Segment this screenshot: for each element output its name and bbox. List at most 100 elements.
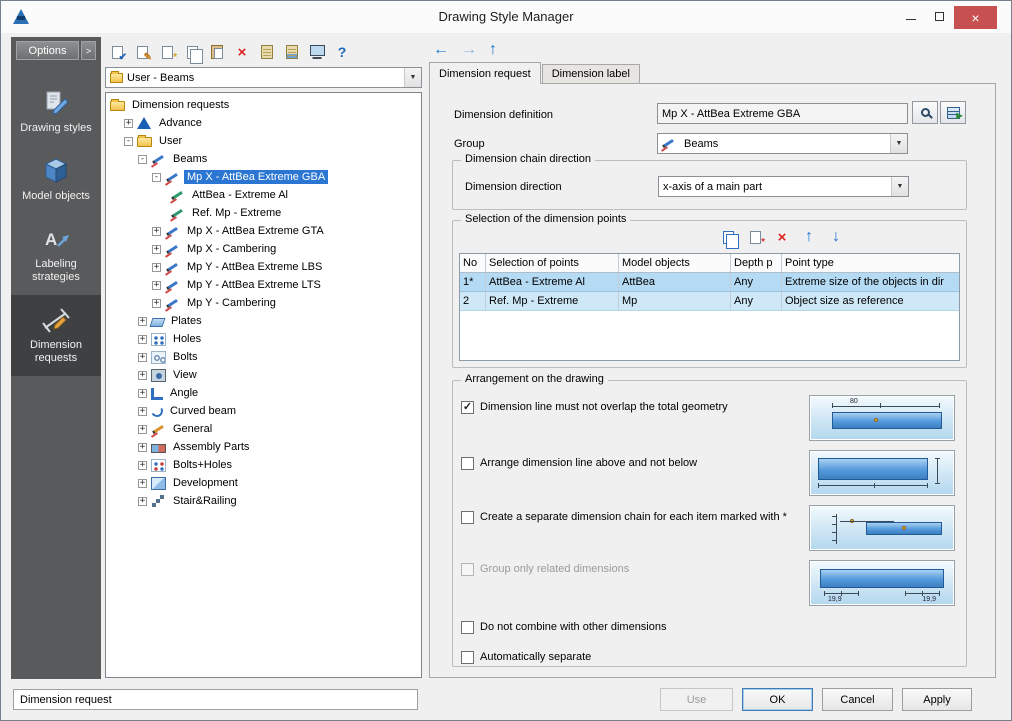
expander-icon[interactable]: +	[138, 316, 147, 326]
points-table-row[interactable]: 1* AttBea - Extreme Al AttBea Any Extrem…	[460, 273, 959, 292]
check-style-button[interactable]: ✔	[107, 42, 127, 63]
tree-item-holes[interactable]: + Holes	[106, 330, 421, 348]
style-filter-combobox[interactable]: User - Beams ▼	[105, 67, 422, 88]
export-styles-button[interactable]	[282, 42, 302, 62]
options-expand-button[interactable]: >	[81, 41, 96, 60]
expander-icon[interactable]: +	[138, 442, 147, 452]
cancel-button[interactable]: Cancel	[822, 688, 893, 711]
delete-point-button[interactable]: ×	[772, 227, 792, 247]
option-arrange-above[interactable]: Arrange dimension line above and not bel…	[461, 457, 806, 470]
close-button[interactable]: ×	[954, 6, 997, 29]
expander-icon[interactable]: -	[152, 172, 161, 182]
checkbox-unchecked-icon[interactable]	[461, 651, 474, 664]
help-button[interactable]: ?	[332, 42, 352, 62]
tab-dimension-request[interactable]: Dimension request	[429, 62, 541, 84]
expander-icon[interactable]: +	[138, 496, 147, 506]
arrow-down-icon: ↓	[832, 228, 840, 245]
checkbox-unchecked-icon[interactable]	[461, 457, 474, 470]
option-auto-separate[interactable]: Automatically separate	[461, 651, 806, 664]
tree-item-development[interactable]: + Development	[106, 474, 421, 492]
tree-item-beams[interactable]: - Beams	[106, 150, 421, 168]
group-combobox[interactable]: Beams ▼	[657, 133, 908, 154]
direction-combobox[interactable]: x-axis of a main part ▼	[658, 176, 909, 197]
expander-icon[interactable]: +	[152, 244, 161, 254]
tree-item-attbea-extreme-al[interactable]: AttBea - Extreme Al	[106, 186, 421, 204]
dropdown-button[interactable]: ▼	[890, 134, 907, 153]
expander-icon[interactable]: +	[138, 478, 147, 488]
option-separate-chain[interactable]: Create a separate dimension chain for ea…	[461, 511, 806, 524]
tree-item-view[interactable]: + View	[106, 366, 421, 384]
expander-icon[interactable]: +	[138, 370, 147, 380]
checkbox-checked-icon[interactable]: ✓	[461, 401, 474, 414]
new-point-button[interactable]: *	[745, 227, 765, 248]
delete-style-button[interactable]: ×	[232, 42, 252, 62]
points-table-row[interactable]: 2 Ref. Mp - Extreme Mp Any Object size a…	[460, 292, 959, 311]
copy-point-button[interactable]	[718, 227, 739, 249]
sidebar-item-dimension-requests[interactable]: Dimension requests	[11, 295, 101, 376]
tree-item-angle[interactable]: + Angle	[106, 384, 421, 402]
expander-icon[interactable]: +	[138, 406, 147, 416]
expander-icon[interactable]: -	[124, 136, 133, 146]
move-point-down-button[interactable]: ↓	[826, 227, 846, 247]
checkbox-unchecked-icon[interactable]	[461, 621, 474, 634]
tree-item-bolts[interactable]: + Bolts	[106, 348, 421, 366]
up-icon[interactable]: ↑	[489, 41, 497, 59]
expander-icon[interactable]: +	[124, 118, 133, 128]
dimension-definition-label: Dimension definition	[454, 109, 554, 121]
screen-preview-button[interactable]	[307, 42, 327, 62]
expander-icon[interactable]: -	[138, 154, 147, 164]
ok-button[interactable]: OK	[742, 688, 813, 711]
minimize-button[interactable]	[896, 6, 925, 27]
import-styles-button[interactable]	[257, 42, 277, 62]
sidebar-item-labeling-strategies[interactable]: A Labeling strategies	[11, 214, 101, 295]
move-point-up-button[interactable]: ↑	[799, 227, 819, 247]
expander-icon[interactable]: +	[138, 334, 147, 344]
tree-item-stair-railing[interactable]: + Stair&Railing	[106, 492, 421, 510]
use-button[interactable]: Use	[660, 688, 733, 711]
dropdown-button[interactable]: ▼	[404, 68, 421, 87]
maximize-button[interactable]	[925, 6, 954, 27]
tree-item-assembly-parts[interactable]: + Assembly Parts	[106, 438, 421, 456]
options-button[interactable]: Options	[16, 41, 79, 60]
back-icon[interactable]: ←	[433, 41, 449, 59]
expander-icon[interactable]: +	[138, 424, 147, 434]
tree-item-bolts-holes[interactable]: + Bolts+Holes	[106, 456, 421, 474]
expander-icon[interactable]: +	[152, 262, 161, 272]
forward-icon[interactable]: →	[461, 41, 477, 59]
expander-icon[interactable]: +	[152, 226, 161, 236]
copy-style-button[interactable]	[182, 42, 203, 64]
expander-icon[interactable]: +	[138, 460, 147, 470]
dropdown-button[interactable]: ▼	[891, 177, 908, 196]
new-style-button[interactable]: *	[157, 42, 177, 63]
expander-icon[interactable]: +	[152, 298, 161, 308]
option-no-combine[interactable]: Do not combine with other dimensions	[461, 621, 806, 634]
sidebar-item-drawing-styles[interactable]: Drawing styles	[11, 78, 101, 146]
tree-item-mpy-attbea-extreme-lts[interactable]: + Mp Y - AttBea Extreme LTS	[106, 276, 421, 294]
expander-icon[interactable]: +	[152, 280, 161, 290]
tree-item-mpx-cambering[interactable]: + Mp X - Cambering	[106, 240, 421, 258]
points-table-header[interactable]: No Selection of points Model objects Dep…	[460, 254, 959, 273]
tree-item-plates[interactable]: + Plates	[106, 312, 421, 330]
expander-icon[interactable]: +	[138, 388, 147, 398]
sidebar-item-model-objects[interactable]: Model objects	[11, 146, 101, 214]
tab-dimension-label[interactable]: Dimension label	[541, 64, 640, 83]
tree-item-mpx-attbea-extreme-gta[interactable]: + Mp X - AttBea Extreme GTA	[106, 222, 421, 240]
paste-style-button[interactable]	[207, 42, 227, 62]
apply-button[interactable]: Apply	[902, 688, 972, 711]
expander-icon[interactable]: +	[138, 352, 147, 362]
tree-item-general[interactable]: + General	[106, 420, 421, 438]
select-definition-button[interactable]: ▶	[940, 101, 966, 124]
option-no-overlap[interactable]: ✓ Dimension line must not overlap the to…	[461, 401, 806, 414]
edit-style-button[interactable]: ✎	[132, 42, 152, 63]
checkbox-unchecked-icon[interactable]	[461, 511, 474, 524]
tree-item-mpx-attbea-extreme-gba[interactable]: - Mp X - AttBea Extreme GBA	[106, 168, 421, 186]
dimension-definition-field[interactable]: Mp X - AttBea Extreme GBA	[657, 103, 908, 124]
preview-definition-button[interactable]	[912, 101, 938, 124]
tree-item-dimension-requests[interactable]: Dimension requests	[106, 96, 421, 114]
tree-item-mpy-cambering[interactable]: + Mp Y - Cambering	[106, 294, 421, 312]
tree-item-advance[interactable]: + Advance	[106, 114, 421, 132]
tree-item-user[interactable]: - User	[106, 132, 421, 150]
tree-item-mpy-attbea-extreme-lbs[interactable]: + Mp Y - AttBea Extreme LBS	[106, 258, 421, 276]
tree-item-curved-beam[interactable]: + Curved beam	[106, 402, 421, 420]
tree-item-ref-mp-extreme[interactable]: Ref. Mp - Extreme	[106, 204, 421, 222]
